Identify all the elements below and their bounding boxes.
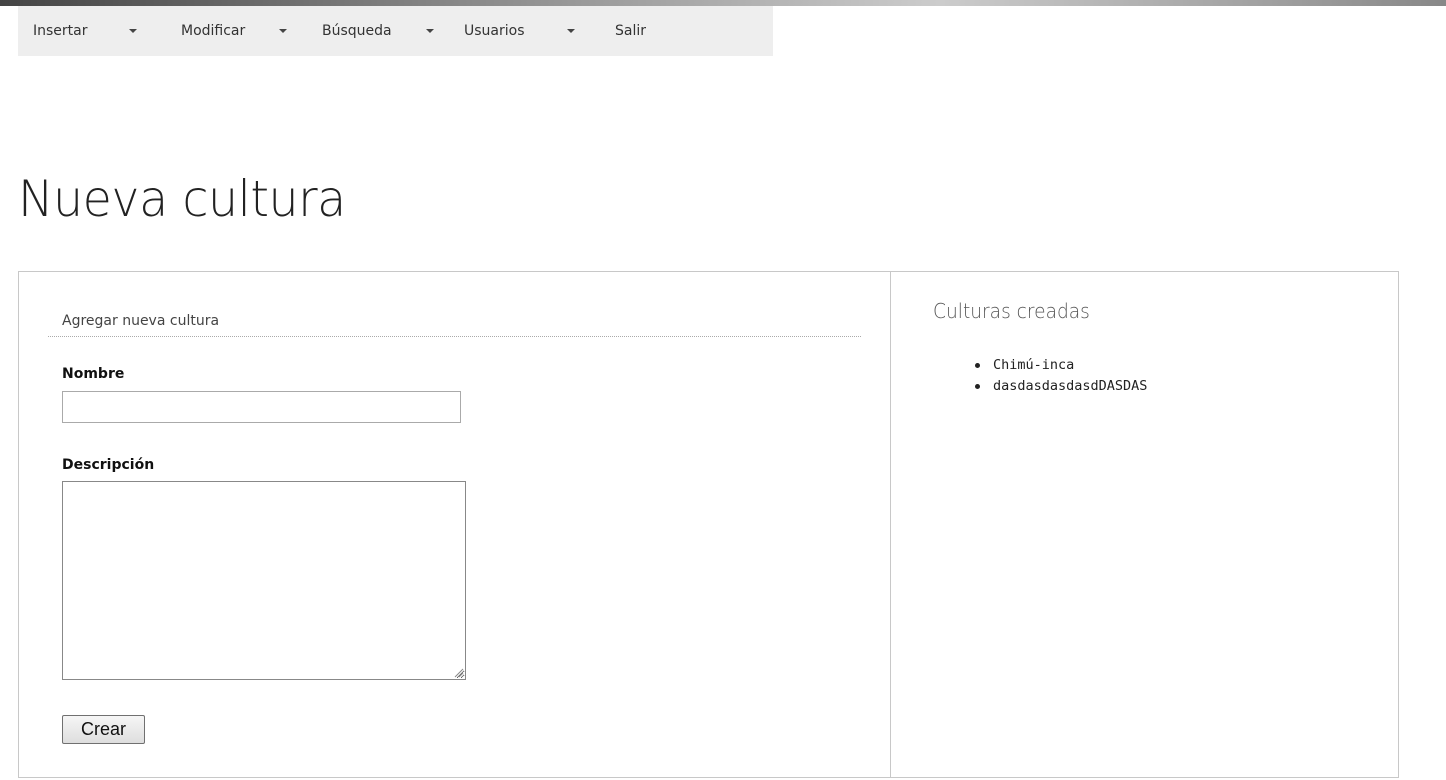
descripcion-label: Descripción: [62, 457, 155, 473]
page-title: Nueva cultura: [18, 170, 346, 228]
list-item-label: dasdasdasdasdDASDAS: [993, 378, 1148, 394]
menu-item-busqueda[interactable]: Búsqueda: [311, 6, 454, 56]
form-heading: Agregar nueva cultura: [62, 313, 220, 329]
form-heading-divider: [48, 336, 861, 337]
chevron-down-icon: [279, 29, 288, 33]
list-item-label: Chimú-inca: [993, 357, 1075, 373]
panel-divider: [890, 271, 891, 778]
nombre-input[interactable]: [62, 391, 461, 423]
main-menu: Insertar Modificar Búsqueda Usuarios Sal…: [18, 6, 773, 56]
resize-grip-icon[interactable]: [453, 667, 464, 678]
nombre-label: Nombre: [62, 366, 125, 382]
menu-item-label: Usuarios: [464, 23, 525, 39]
chevron-down-icon: [128, 29, 137, 33]
created-cultures-list: Chimú-inca dasdasdasdasdDASDAS: [953, 355, 1147, 397]
bullet-icon: [975, 384, 980, 389]
list-item: Chimú-inca: [975, 355, 1147, 376]
menu-item-label: Insertar: [33, 23, 88, 39]
menu-item-label: Modificar: [181, 23, 246, 39]
descripcion-textarea[interactable]: [62, 481, 466, 680]
menu-item-usuarios[interactable]: Usuarios: [454, 6, 604, 56]
bullet-icon: [975, 363, 980, 368]
chevron-down-icon: [425, 29, 434, 33]
menu-item-salir[interactable]: Salir: [604, 6, 675, 56]
list-item: dasdasdasdasdDASDAS: [975, 376, 1148, 397]
menu-item-label: Búsqueda: [322, 23, 392, 39]
created-cultures-heading: Culturas creadas: [933, 299, 1090, 323]
menu-item-label: Salir: [615, 23, 647, 39]
chevron-down-icon: [566, 29, 575, 33]
menu-item-modificar[interactable]: Modificar: [170, 6, 311, 56]
menu-item-insertar[interactable]: Insertar: [18, 6, 170, 56]
crear-button[interactable]: Crear: [62, 715, 145, 744]
